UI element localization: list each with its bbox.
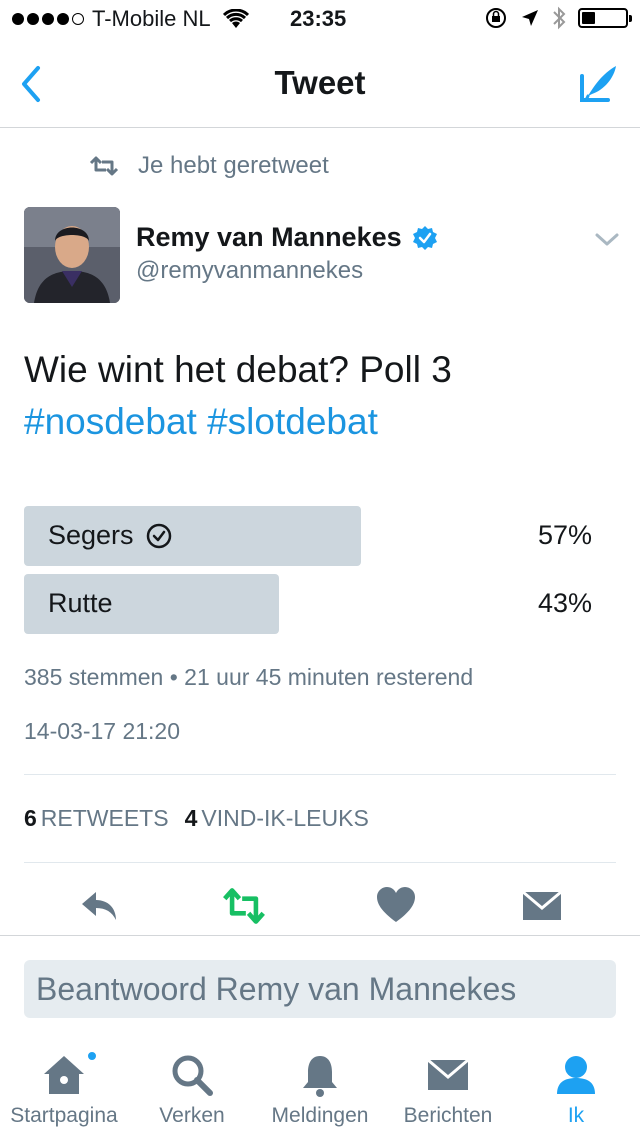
verified-badge-icon (412, 225, 437, 250)
author-name[interactable]: Remy van Mannekes (136, 222, 438, 253)
status-time: 23:35 (290, 6, 347, 31)
status-left: T-Mobile NL (12, 6, 249, 32)
reply-input[interactable] (24, 960, 616, 1018)
poll-option: Segers 57% (24, 506, 616, 566)
tab-label: Verken (159, 1104, 225, 1127)
divider (24, 774, 616, 775)
search-icon (172, 1055, 213, 1096)
signal-strength-icon (12, 13, 84, 25)
poll-option-label: Rutte (48, 588, 113, 619)
likes-label: VIND-IK-LEUKS (201, 805, 369, 831)
tweet-timestamp: 14-03-17 21:20 (24, 718, 181, 744)
author-handle[interactable]: @remyvanmannekes (136, 257, 363, 285)
retweet-icon (89, 156, 119, 176)
avatar[interactable] (24, 207, 120, 303)
tab-notifications[interactable]: Meldingen (256, 1040, 384, 1136)
poll-option-text: Rutte (48, 588, 113, 618)
tweet-body: Wie wint het debat? Poll 3 (24, 349, 452, 390)
tab-me[interactable]: Ik (512, 1040, 640, 1136)
poll-option-text: Segers (48, 520, 134, 550)
poll-option-percent: 57% (537, 520, 592, 550)
heart-icon[interactable] (374, 884, 418, 928)
retweets-stat[interactable]: 6 RETWEETS (24, 805, 169, 832)
tab-bar: Startpagina Verken Meldingen Berichten I… (0, 1040, 640, 1136)
author-name-text: Remy van Mannekes (136, 222, 402, 252)
rotation-lock-icon (486, 8, 506, 28)
check-circle-icon (146, 523, 171, 548)
compose-tweet-icon[interactable] (574, 60, 622, 108)
status-right (484, 6, 632, 30)
retweets-count: 6 (24, 805, 37, 831)
page-title: Tweet (274, 64, 366, 101)
avatar-image (24, 207, 120, 303)
likes-stat[interactable]: 4 VIND-IK-LEUKS (185, 805, 369, 832)
reply-icon[interactable] (78, 884, 122, 928)
navigation-bar: Tweet (0, 40, 640, 128)
location-arrow-icon (522, 10, 538, 26)
home-icon (44, 1056, 84, 1094)
tab-messages[interactable]: Berichten (384, 1040, 512, 1136)
tweet-actions (0, 880, 640, 934)
tab-home[interactable]: Startpagina (0, 1040, 128, 1136)
envelope-icon (427, 1058, 469, 1090)
tab-label: Meldingen (271, 1104, 369, 1127)
battery-icon (578, 8, 632, 28)
tweet-hashtags[interactable]: #nosdebat #slotdebat (24, 396, 624, 448)
status-bar: T-Mobile NL 23:35 (0, 0, 640, 40)
bluetooth-icon (553, 6, 566, 30)
person-icon (557, 1056, 595, 1094)
notification-dot (86, 1050, 98, 1062)
retweet-context-text: Je hebt geretweet (138, 152, 329, 179)
divider (24, 862, 616, 863)
poll-option-label: Segers (48, 520, 172, 551)
tweet-stats: 6 RETWEETS 4 VIND-IK-LEUKS (24, 805, 369, 832)
retweet-context: Je hebt geretweet (88, 152, 329, 180)
tab-label: Ik (567, 1104, 585, 1127)
envelope-icon[interactable] (520, 884, 564, 928)
wifi-icon (222, 9, 249, 28)
poll-meta: 385 stemmen • 21 uur 45 minuten resteren… (24, 664, 474, 690)
reply-area (0, 935, 640, 1035)
retweets-label: RETWEETS (40, 805, 169, 831)
chevron-down-icon[interactable] (594, 230, 620, 250)
carrier-name: T-Mobile NL (92, 6, 211, 31)
bell-icon (303, 1056, 337, 1097)
tab-label: Berichten (403, 1104, 493, 1127)
poll-option-percent: 43% (537, 588, 592, 618)
tab-explore[interactable]: Verken (128, 1040, 256, 1136)
poll-option: Rutte 43% (24, 574, 616, 634)
retweet-icon[interactable] (222, 884, 266, 928)
tweet-text: Wie wint het debat? Poll 3 #nosdebat #sl… (24, 344, 624, 448)
likes-count: 4 (184, 805, 198, 831)
